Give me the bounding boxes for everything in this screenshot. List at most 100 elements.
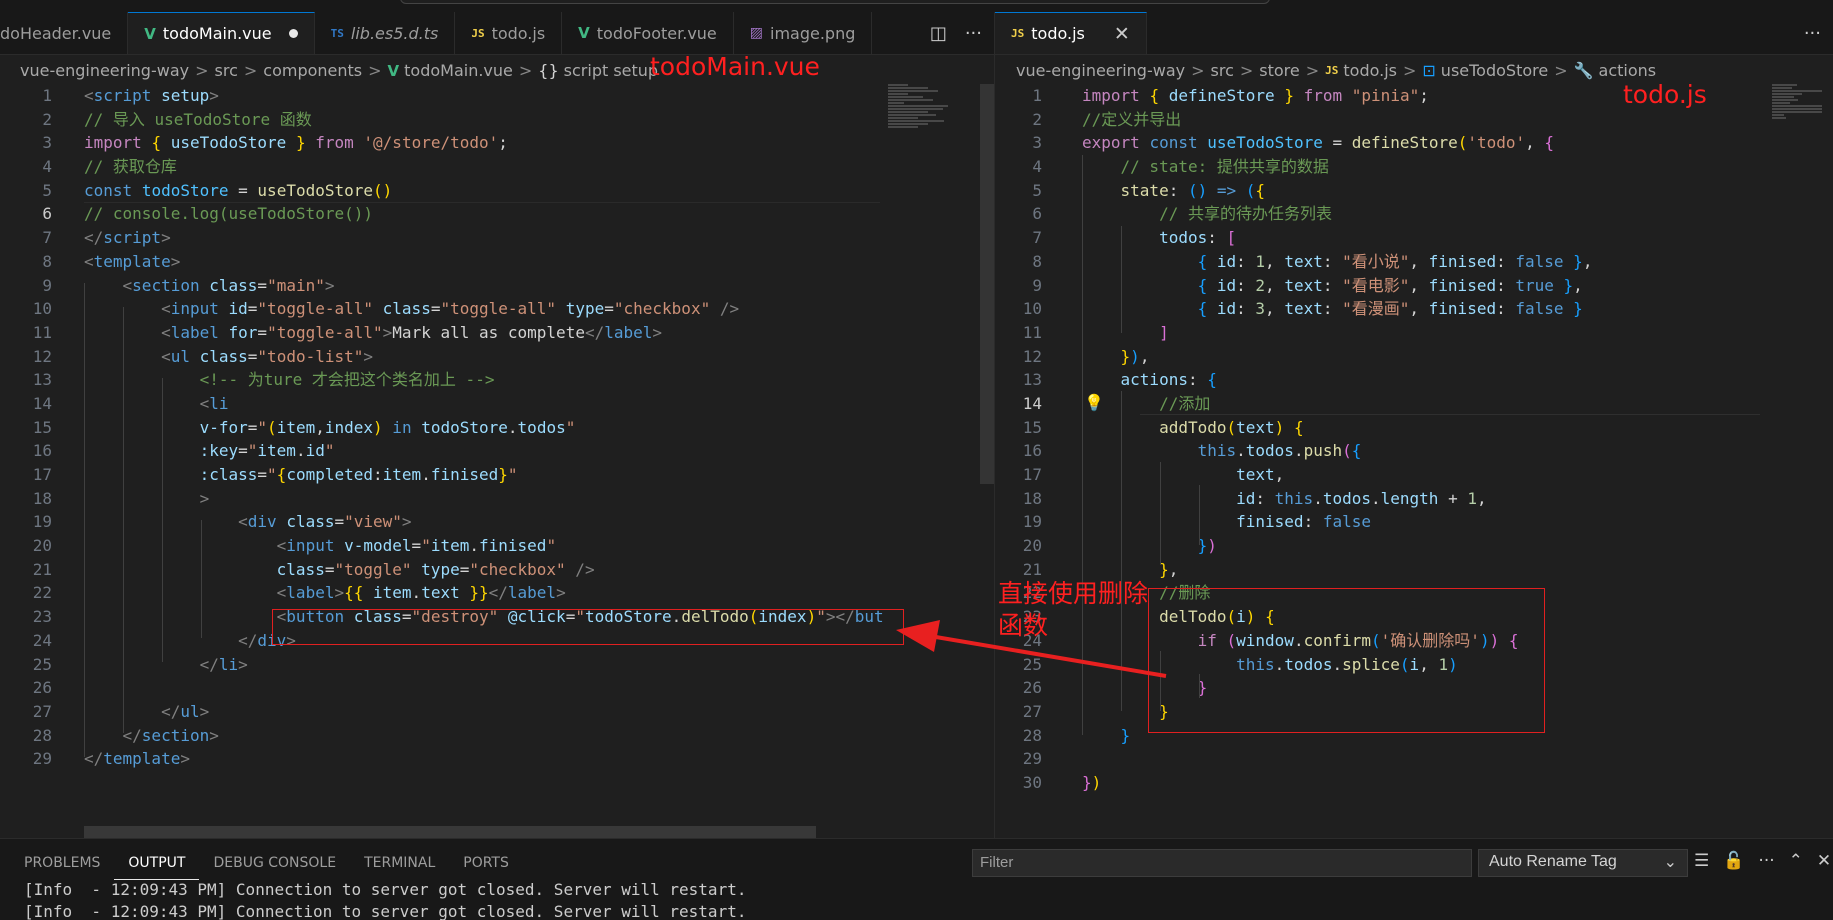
code-token: . (421, 465, 431, 484)
editor-tab[interactable]: TS lib.es5.d.ts (315, 12, 456, 54)
code-token: = (257, 322, 268, 342)
chevron-up-icon[interactable]: ⌃ (1789, 851, 1803, 871)
code-text: }) (1082, 771, 1101, 795)
breadcrumb-item[interactable]: actions (1599, 61, 1657, 80)
output-line: [Info - 12:09:43 PM] Connection to serve… (24, 880, 747, 899)
code-line: 29 </template> (0, 747, 880, 771)
breadcrumb-item[interactable]: script setup (564, 61, 658, 80)
code-line: 10 { id: 3, text: "看漫画", finised: false … (990, 297, 1760, 321)
code-token: addTodo (1159, 417, 1227, 437)
code-token: useTodoStore (257, 180, 374, 200)
line-number: 29 (32, 749, 52, 769)
code-line: 7 </script> (0, 226, 880, 250)
code-line: 5 state: () => ({ (990, 179, 1760, 203)
close-tab-icon[interactable]: ✕ (1114, 23, 1130, 45)
code-token: < (238, 512, 248, 532)
editor-tab[interactable]: doHeader.vue (0, 12, 129, 54)
code-line: 11 <label for="toggle-all">Mark all as c… (0, 321, 880, 345)
panel-tab[interactable]: PORTS (449, 851, 523, 880)
code-token: for (228, 322, 258, 342)
code-line: 18 id: this.todos.length + 1, (990, 487, 1760, 511)
code-token: ul (180, 701, 200, 721)
code-token: > (161, 228, 171, 248)
breadcrumb-item[interactable]: todoMain.vue (404, 61, 513, 80)
code-token: { (1351, 441, 1362, 461)
panel-tab[interactable]: DEBUG CONSOLE (199, 851, 350, 880)
code-token: { (1197, 275, 1208, 295)
code-token: , (1476, 488, 1487, 508)
output-filter-input[interactable]: Filter (972, 849, 1472, 877)
code-text: export const useTodoStore = defineStore(… (1082, 131, 1554, 155)
code-token: template (103, 749, 181, 769)
output-channel-select[interactable]: Auto Rename Tag ⌄ (1478, 849, 1688, 877)
line-number: 8 (42, 251, 52, 271)
breadcrumb-separator: > (1402, 61, 1417, 80)
breadcrumb-item[interactable]: vue-engineering-way (20, 61, 189, 80)
close-icon[interactable]: ✕ (1817, 851, 1831, 871)
code-text: ] (1082, 321, 1169, 345)
code-token: id (1216, 275, 1237, 295)
editor-tab[interactable]: JS todo.js (455, 12, 563, 54)
code-token: " (565, 417, 576, 437)
code-token: : (1322, 299, 1343, 319)
more-actions-icon[interactable]: ··· (1804, 23, 1821, 44)
split-editor-icon[interactable]: ◫ (930, 23, 947, 44)
breadcrumb-item[interactable]: todo.js (1343, 61, 1397, 80)
code-token: ) (373, 417, 383, 437)
breadcrumb-item[interactable]: src (215, 61, 238, 80)
breadcrumb-item[interactable]: useTodoStore (1441, 61, 1548, 80)
code-token: ( (1245, 180, 1256, 200)
breadcrumb-item[interactable]: components (263, 61, 362, 80)
code-token: template (93, 251, 171, 271)
line-number: 2 (1032, 109, 1042, 129)
left-editor-actions: ◫ ··· (918, 12, 994, 54)
right-tab-list: JS todo.js ✕ (995, 12, 1147, 54)
code-token: "todo-list" (257, 346, 364, 366)
code-token: text (1284, 275, 1323, 295)
left-minimap[interactable] (888, 84, 978, 154)
list-filter-icon[interactable]: ☰ (1694, 851, 1709, 871)
left-code-editor[interactable]: 1 <script setup> 2// 导入 useTodoStore 函数 3 im… (0, 84, 884, 771)
editor-tab[interactable]: VtodoFooter.vue (562, 12, 734, 54)
unsaved-dot-icon[interactable] (288, 29, 298, 38)
panel-tab[interactable]: TERMINAL (350, 851, 449, 880)
code-token: //定义并导出 (1082, 109, 1182, 129)
command-center[interactable] (400, 0, 1270, 4)
more-icon[interactable]: ··· (1758, 851, 1774, 871)
indent-guide (1121, 391, 1122, 711)
line-number: 6 (1032, 204, 1042, 224)
right-minimap[interactable] (1772, 84, 1833, 154)
left-tab-list: doHeader.vue VtodoMain.vue TS lib.es5.d.ts J… (0, 12, 873, 54)
editor-tab[interactable]: ▨ image.png (734, 12, 873, 54)
code-text: // 获取仓库 (84, 155, 177, 179)
lightbulb-icon[interactable]: 💡 (1084, 393, 1104, 412)
tab-label: todoMain.vue (162, 24, 272, 43)
code-text: import { defineStore } from "pinia"; (1082, 84, 1429, 108)
breadcrumb-item[interactable]: vue-engineering-way (1016, 61, 1185, 80)
breadcrumb-item[interactable]: store (1259, 61, 1299, 80)
editor-tab[interactable]: VtodoMain.vue (128, 12, 315, 54)
code-token: > (334, 583, 345, 603)
code-token: " (257, 417, 268, 437)
panel-tab[interactable]: OUTPUT (114, 851, 200, 880)
code-token: }} (469, 583, 489, 603)
left-vertical-scrollbar[interactable] (980, 84, 994, 484)
code-token: section (141, 725, 210, 745)
line-number: 16 (1022, 441, 1042, 461)
code-token: // 导入 useTodoStore 函数 (84, 109, 312, 129)
lock-icon[interactable]: 🔓 (1723, 851, 1744, 871)
code-token: : (1187, 370, 1208, 390)
code-token: false (1322, 512, 1371, 532)
breadcrumb-item[interactable]: src (1211, 61, 1234, 80)
code-text: <li (84, 392, 229, 416)
more-actions-icon[interactable]: ··· (965, 23, 982, 44)
panel-tab[interactable]: PROBLEMS (10, 851, 114, 880)
code-token: // 获取仓库 (84, 157, 177, 177)
line-number: 15 (1022, 417, 1042, 437)
editor-tab[interactable]: JS todo.js ✕ (995, 12, 1147, 54)
